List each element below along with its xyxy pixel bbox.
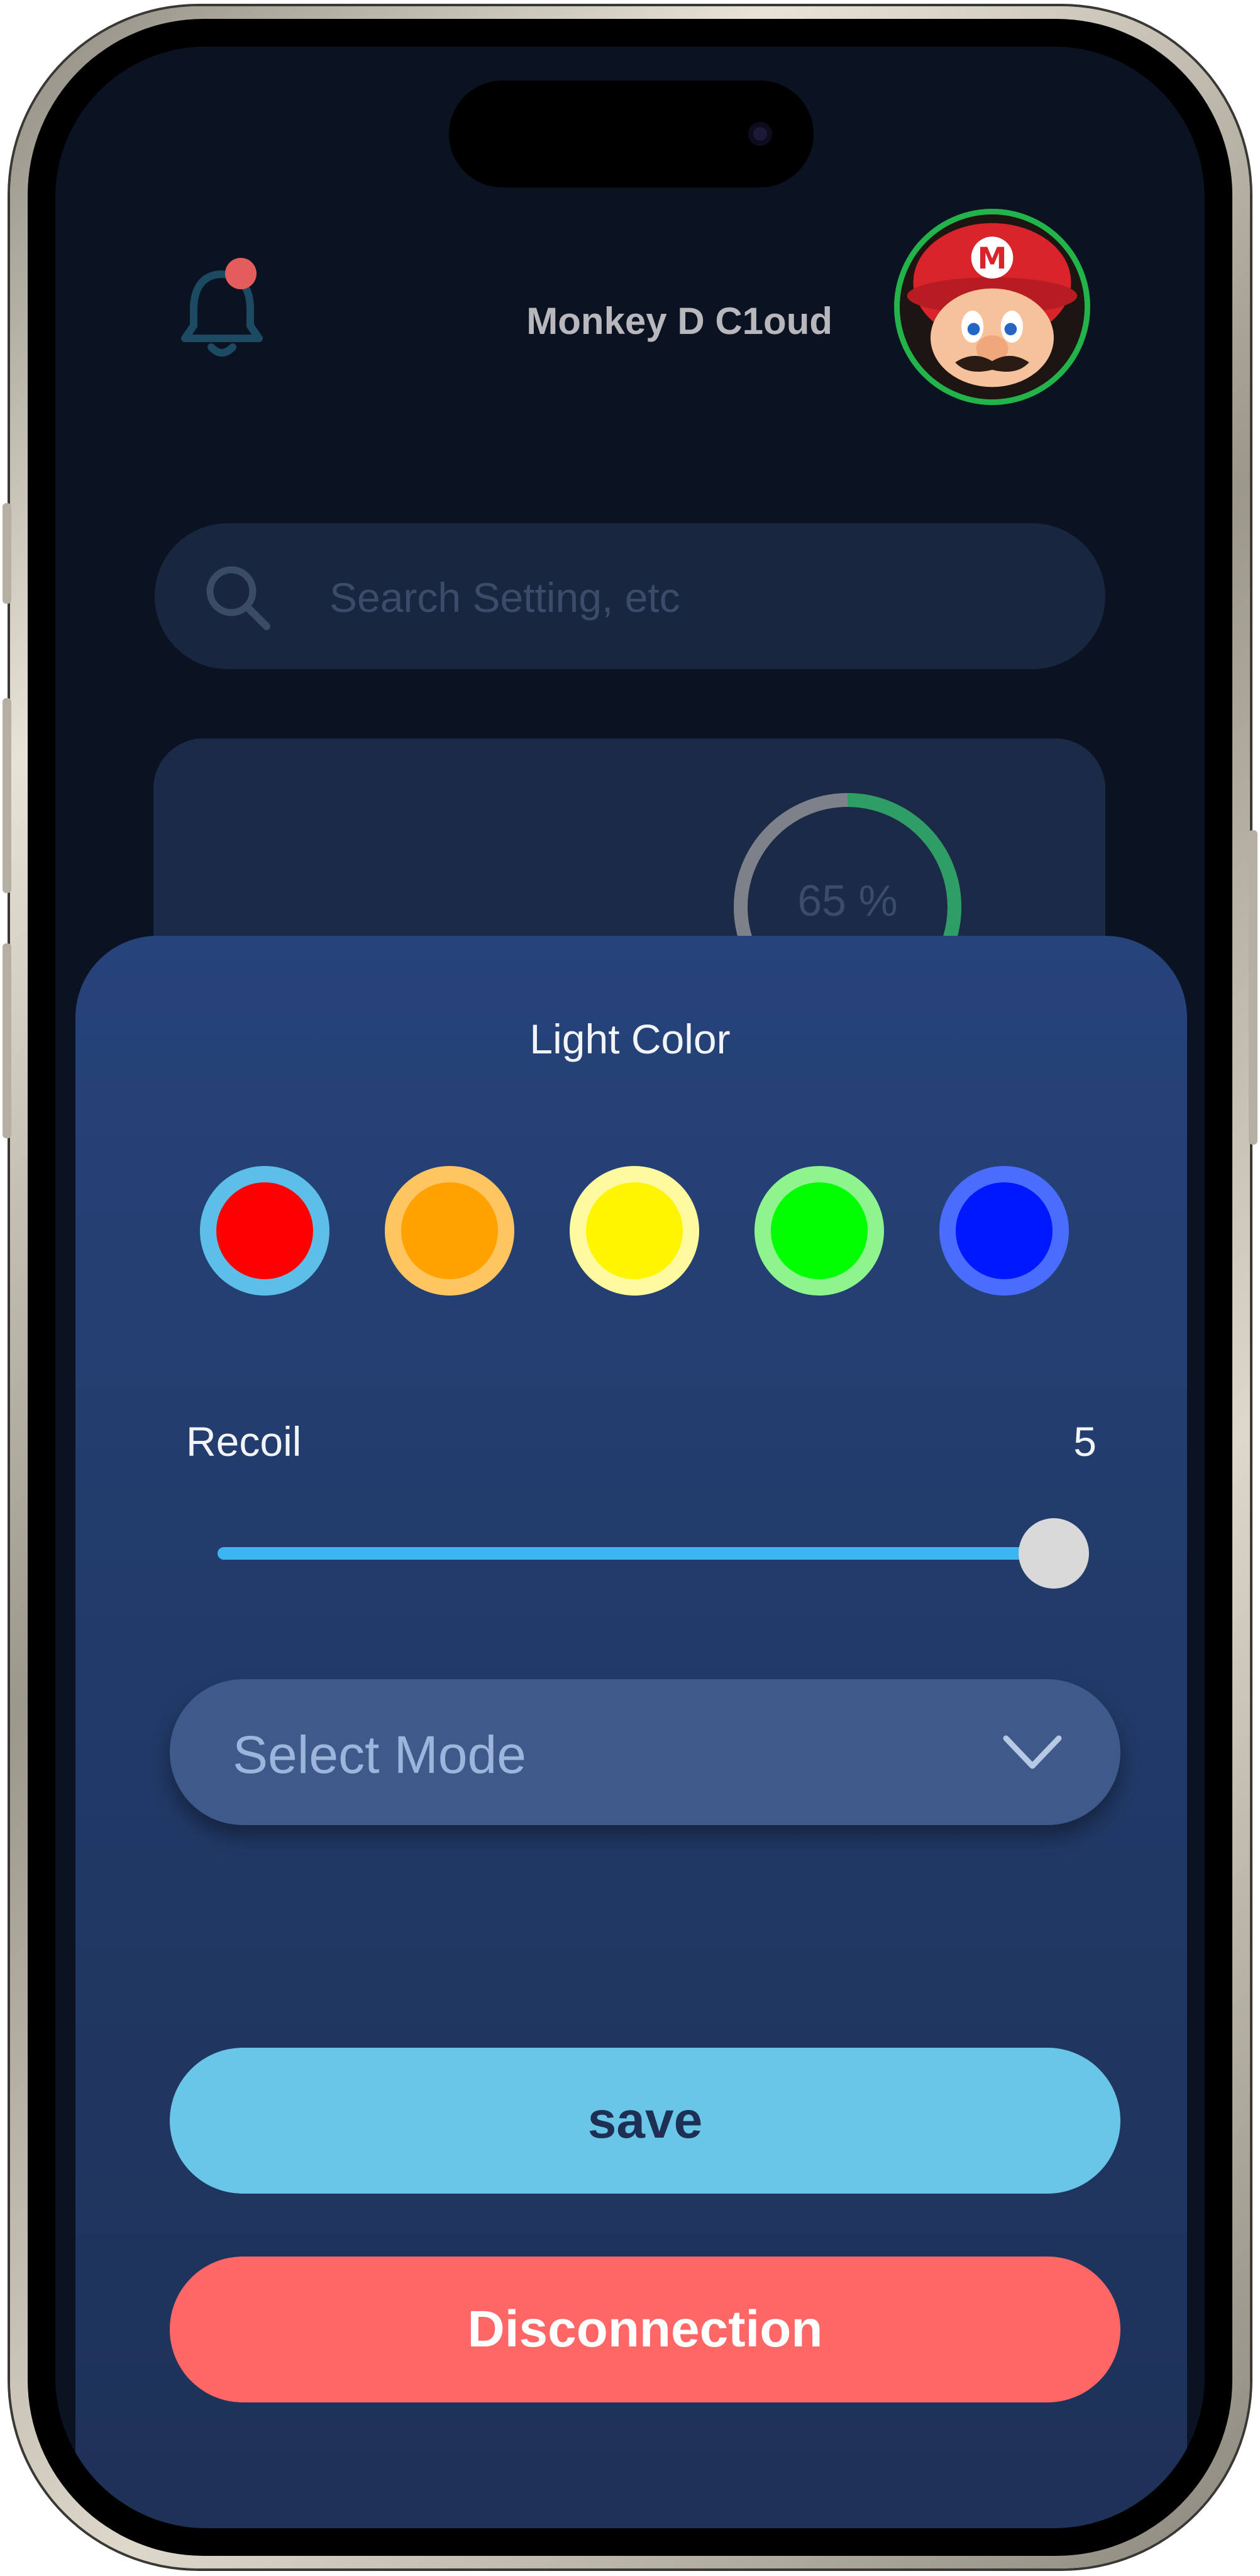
recoil-label: Recoil [186, 1418, 302, 1465]
search-input[interactable]: Search Setting, etc [155, 523, 1105, 669]
screen: Monkey D C1oud M Search Setting, etc 65 … [55, 47, 1205, 2528]
color-swatch-blue[interactable] [939, 1166, 1069, 1296]
recoil-slider-thumb[interactable] [1019, 1518, 1089, 1589]
avatar[interactable]: M [894, 209, 1090, 405]
front-camera [748, 122, 772, 146]
mode-select-placeholder: Select Mode [233, 1725, 526, 1784]
search-icon [206, 566, 270, 630]
color-swatch-red[interactable] [200, 1166, 329, 1296]
color-swatch-green[interactable] [754, 1166, 884, 1296]
color-swatch-orange[interactable] [385, 1166, 514, 1296]
username: Monkey D C1oud [526, 300, 832, 342]
svg-text:M: M [978, 242, 1007, 276]
recoil-slider-track[interactable] [218, 1547, 1035, 1560]
recoil-value: 5 [1073, 1418, 1097, 1465]
mode-select[interactable]: Select Mode [170, 1679, 1120, 1825]
action-button [3, 503, 11, 604]
volume-up-button [3, 698, 11, 893]
color-swatch-yellow[interactable] [570, 1166, 699, 1296]
disconnect-button[interactable]: Disconnection [170, 2257, 1120, 2402]
recoil-slider-fill [218, 1547, 1035, 1560]
notification-badge [225, 258, 257, 289]
chevron-down-icon [1003, 1735, 1062, 1769]
volume-down-button [3, 943, 11, 1138]
save-button[interactable]: save [170, 2048, 1120, 2194]
sheet-title: Light Color [529, 1016, 731, 1062]
progress-label: 65 % [797, 876, 898, 925]
power-button [1249, 830, 1257, 1145]
mario-avatar-icon: M [900, 214, 1085, 399]
search-placeholder: Search Setting, etc [329, 574, 680, 621]
